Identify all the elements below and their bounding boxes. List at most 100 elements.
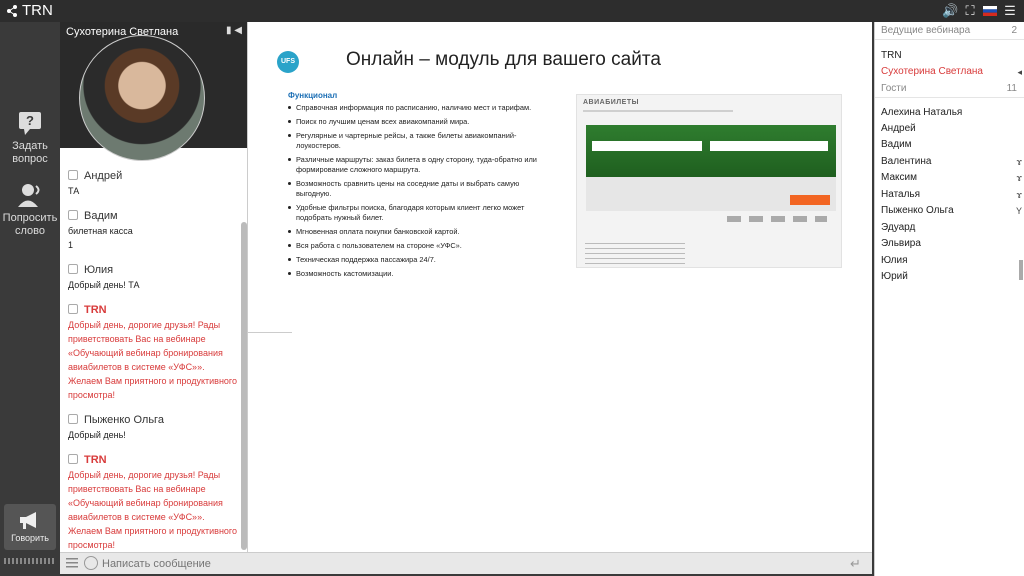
chat-message: TRN Добрый день, дорогие друзья! Рады пр… (68, 452, 240, 552)
svg-text:?: ? (26, 113, 34, 128)
participant-item[interactable]: TRN (881, 50, 902, 61)
volume-icon[interactable]: 🔊 (942, 3, 958, 19)
emoji-icon[interactable] (84, 556, 98, 570)
message-text: билетная касса 1 (68, 226, 133, 250)
speak-button[interactable]: Говорить (4, 504, 56, 550)
participants-scrollbar[interactable] (1019, 260, 1023, 280)
user-icon (68, 210, 78, 220)
features-list: Справочная информация по расписанию, нал… (288, 103, 548, 279)
message-text: Добрый день, дорогие друзья! Рады привет… (68, 320, 238, 400)
mock-payment-logos (727, 216, 827, 222)
participant-item[interactable]: Вадим (881, 139, 912, 150)
guests-section-header[interactable]: Гости 11 (875, 80, 1024, 98)
mock-options (586, 177, 836, 211)
mock-search-form (586, 125, 836, 177)
participant-item[interactable]: Валентина (881, 156, 931, 167)
hosts-section-header[interactable]: Ведущие вебинара 2 (875, 22, 1024, 40)
participant-item[interactable]: Эльвира (881, 238, 921, 249)
chat-message: Пыженко Ольга Добрый день! (68, 412, 240, 442)
chat-message: Вадим билетная касса 1 (68, 208, 240, 252)
flag-ru-icon[interactable] (982, 3, 998, 19)
chat-messages: Андрей ТА Вадим билетная касса 1 Юлия До… (60, 162, 240, 552)
message-author: TRN (84, 454, 107, 466)
message-input-bar: ↵ (60, 552, 872, 574)
feature-item: Возможность сравнить цены на соседние да… (288, 179, 548, 199)
message-text: Добрый день! (68, 430, 126, 440)
ask-question-button[interactable]: ? Задать вопрос (0, 110, 60, 166)
presenter-name: Сухотерина Светлана (66, 26, 179, 38)
hosts-count: 2 (1011, 25, 1017, 36)
user-icon (68, 454, 78, 464)
participant-item[interactable]: Наталья (881, 189, 920, 200)
chat-message: Андрей ТА (68, 168, 240, 198)
slide-divider (248, 332, 292, 333)
hosts-label: Ведущие вебинара (881, 25, 971, 36)
chat-message: Юлия Добрый день! ТА (68, 262, 240, 292)
participant-item[interactable]: Пыженко Ольга (881, 205, 954, 216)
top-bar: TRN 🔊 ⛶ ☰ (0, 0, 1024, 22)
presenter-avatar (79, 35, 205, 161)
hand-icon: ɤ (1016, 173, 1022, 183)
send-icon[interactable]: ↵ (850, 556, 866, 571)
mock-heading: АВИАБИЛЕТЫ (583, 99, 639, 106)
message-author: Андрей (84, 170, 123, 182)
hand-icon: ɤ (1016, 157, 1022, 167)
megaphone-icon (20, 512, 36, 529)
features-heading: Функционал (288, 91, 338, 100)
speaker-icon: ◂ (1017, 67, 1022, 77)
feature-item: Справочная информация по расписанию, нал… (288, 103, 548, 113)
feature-item: Поиск по лучшим ценам всех авиакомпаний … (288, 117, 548, 127)
message-author: Пыженко Ольга (84, 414, 164, 426)
participant-item[interactable]: Сухотерина Светлана (881, 66, 983, 77)
user-icon (68, 170, 78, 180)
participant-item[interactable]: Юрий (881, 271, 908, 282)
message-text: ТА (68, 186, 80, 196)
message-author: Вадим (84, 210, 118, 222)
ask-question-label: Задать вопрос (12, 140, 48, 165)
user-icon (68, 414, 78, 424)
person-speaking-icon (18, 184, 40, 207)
request-word-button[interactable]: Попросить слово (0, 182, 60, 238)
module-screenshot: АВИАБИЛЕТЫ (576, 94, 842, 268)
chat-message: TRN Добрый день, дорогие друзья! Рады пр… (68, 302, 240, 402)
mock-search-button (790, 195, 830, 205)
participant-item[interactable]: Андрей (881, 123, 916, 134)
video-controls-icon[interactable]: ▮ ◀ (226, 25, 242, 36)
chat-panel: Сухотерина Светлана ▮ ◀ Андрей ТА Вадим … (60, 22, 248, 552)
participant-item[interactable]: Юлия (881, 255, 908, 266)
participants-panel: Ведущие вебинара 2 TRN Сухотерина Светла… (874, 22, 1024, 576)
audio-level-meter (4, 558, 56, 564)
mock-line (583, 110, 733, 112)
app-title: TRN (22, 2, 53, 19)
message-input[interactable] (102, 555, 842, 573)
feature-item: Различные маршруты: заказ билета в одну … (288, 155, 548, 175)
mock-from-field (592, 141, 702, 151)
feature-item: Удобные фильтры поиска, благодаря которы… (288, 203, 548, 223)
share-icon[interactable] (6, 4, 18, 18)
left-rail: ? Задать вопрос Попросить слово Говорить (0, 22, 60, 576)
user-icon (68, 264, 78, 274)
features-block: Функционал Справочная информация по расп… (288, 91, 548, 283)
message-author: Юлия (84, 264, 114, 276)
participant-item[interactable]: Алехина Наталья (881, 107, 962, 118)
message-text: Добрый день, дорогие друзья! Рады привет… (68, 470, 238, 550)
speak-label: Говорить (11, 533, 49, 543)
feature-item: Техническая поддержка пассажира 24/7. (288, 255, 548, 265)
mock-to-field (710, 141, 828, 151)
mock-footer (585, 243, 685, 265)
guests-label: Гости (881, 83, 907, 94)
menu-icon[interactable] (66, 558, 78, 568)
request-word-label: Попросить слово (2, 212, 58, 237)
feature-item: Регулярные и чартерные рейсы, а также би… (288, 131, 548, 151)
menu-icon[interactable]: ☰ (1002, 3, 1018, 19)
fullscreen-icon[interactable]: ⛶ (962, 3, 978, 19)
ufs-logo: UFS (277, 51, 299, 73)
message-author: TRN (84, 304, 107, 316)
hand-icon: ɤ (1016, 190, 1022, 200)
user-icon (68, 304, 78, 314)
chat-scrollbar[interactable] (241, 222, 247, 550)
participant-item[interactable]: Максим (881, 172, 917, 183)
hand-icon: Y (1015, 206, 1022, 216)
participant-item[interactable]: Эдуард (881, 222, 915, 233)
question-bubble-icon: ? (19, 112, 41, 135)
